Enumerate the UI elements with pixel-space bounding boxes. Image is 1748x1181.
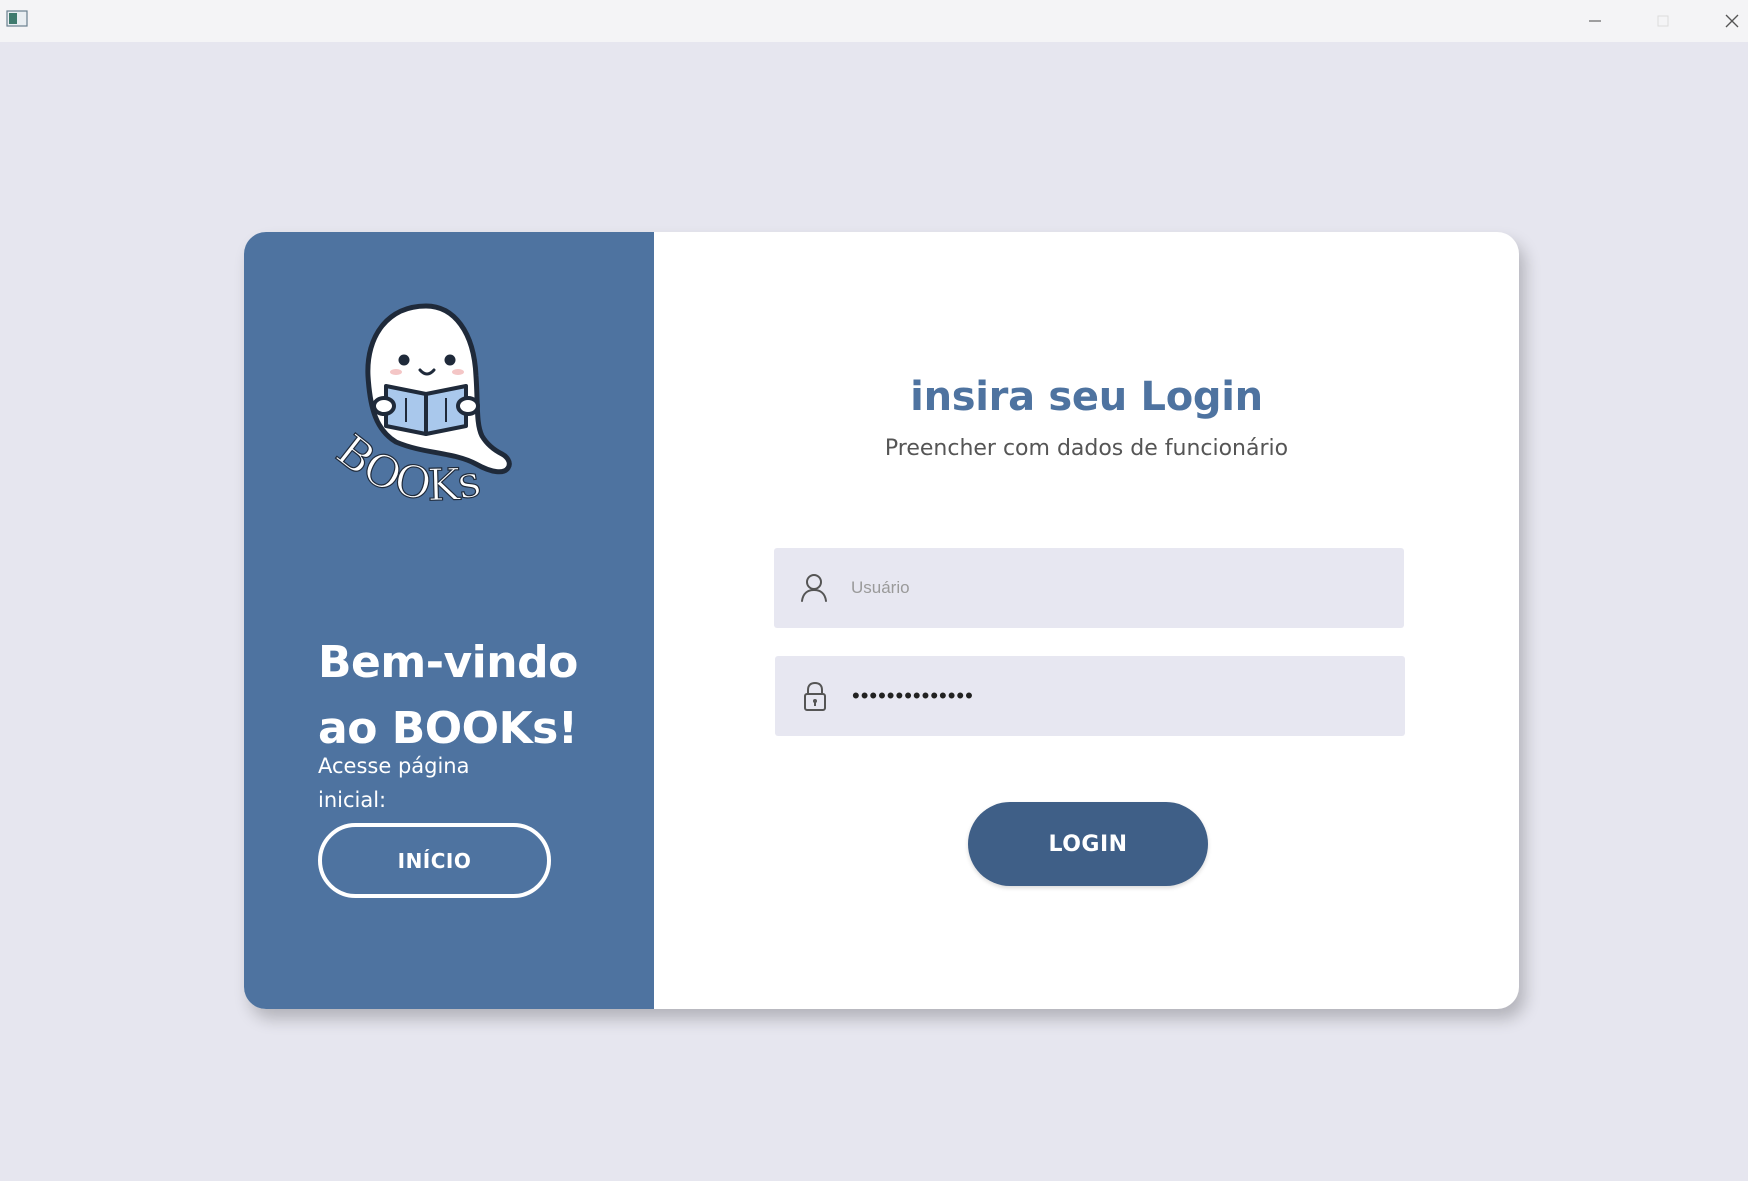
maximize-icon [1657,15,1669,27]
username-input[interactable] [849,567,1393,609]
login-title: insira seu Login [910,374,1263,420]
password-input[interactable] [850,675,1394,717]
window-title-bar [0,0,1748,42]
minimize-button[interactable] [1565,0,1625,42]
login-button[interactable]: LOGIN [968,802,1208,886]
inicio-button[interactable]: INÍCIO [318,823,551,898]
lock-icon [804,681,826,711]
close-icon [1725,14,1739,28]
app-window-icon [6,10,28,27]
inicio-button-label: INÍCIO [397,848,472,873]
minimize-icon [1589,20,1601,22]
username-field[interactable] [774,548,1404,628]
login-button-label: LOGIN [1048,831,1128,857]
close-button[interactable] [1702,0,1748,42]
welcome-line-1: Bem-vindo [318,637,578,688]
login-subtitle: Preencher com dados de funcionário [884,436,1289,461]
maximize-button[interactable] [1633,0,1693,42]
welcome-panel: BOOKs Bem-vindo ao BOOKs! Acesse página … [244,232,654,1009]
password-field[interactable] [775,656,1405,736]
access-homepage-text: Acesse página inicial: [318,754,470,812]
user-icon [801,574,827,602]
books-logo: BOOKs [326,298,536,528]
welcome-heading: Bem-vindo ao BOOKs! [318,630,638,762]
login-card: BOOKs Bem-vindo ao BOOKs! Acesse página … [244,232,1519,1009]
